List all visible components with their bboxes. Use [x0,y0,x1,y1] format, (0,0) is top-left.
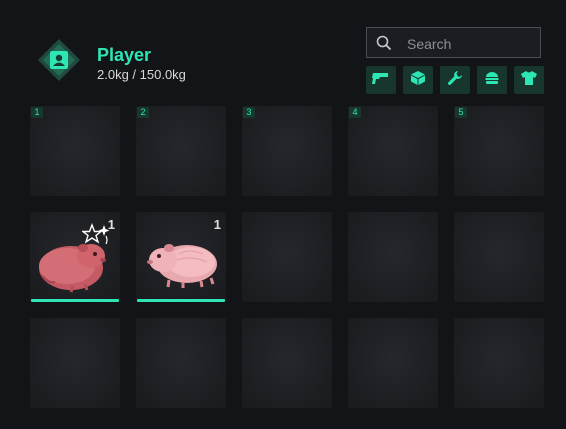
filter-weapons-button[interactable] [366,66,396,94]
filter-food-button[interactable] [477,66,507,94]
inventory-slot[interactable] [136,318,226,408]
inventory-slot[interactable]: 5 [454,106,544,196]
search-input[interactable] [405,33,539,54]
player-name: Player [97,45,152,65]
filter-tools-button[interactable] [440,66,470,94]
inventory-header: Player 2.0kg / 150.0kg [0,0,566,100]
guinea-pig-pink-icon [139,226,225,301]
search-box[interactable] [366,27,541,58]
player-badge-icon [37,38,81,82]
inventory-slot[interactable]: 1 [30,106,120,196]
durability-bar [137,299,225,302]
shirt-icon [520,70,538,91]
inventory-slot[interactable]: 1 [30,212,120,302]
filter-items-button[interactable] [403,66,433,94]
item-count: 1 [213,217,221,232]
wrench-icon [447,70,463,91]
durability-bar [31,299,119,302]
inventory-slot[interactable]: 2 [136,106,226,196]
hotbar-number: 2 [137,107,149,118]
inventory-slot[interactable] [454,212,544,302]
box-icon [410,70,426,91]
pistol-icon [372,71,390,90]
hotbar-number: 1 [31,107,43,118]
inventory-slot[interactable] [242,318,332,408]
inventory-slot[interactable] [30,318,120,408]
inventory-slot[interactable] [348,212,438,302]
hotbar-number: 3 [243,107,255,118]
hotbar-number: 5 [455,107,467,118]
hotbar-number: 4 [349,107,361,118]
inventory-slot[interactable] [348,318,438,408]
item-count: 1 [107,217,115,232]
inventory-slot[interactable]: 4 [348,106,438,196]
inventory-slot[interactable]: 1 [136,212,226,302]
inventory-slot[interactable] [242,212,332,302]
search-icon [376,35,392,51]
inventory-slot[interactable]: 3 [242,106,332,196]
player-weight: 2.0kg / 150.0kg [97,67,186,82]
burger-icon [484,70,500,91]
filter-clothing-button[interactable] [514,66,544,94]
inventory-slot[interactable] [454,318,544,408]
